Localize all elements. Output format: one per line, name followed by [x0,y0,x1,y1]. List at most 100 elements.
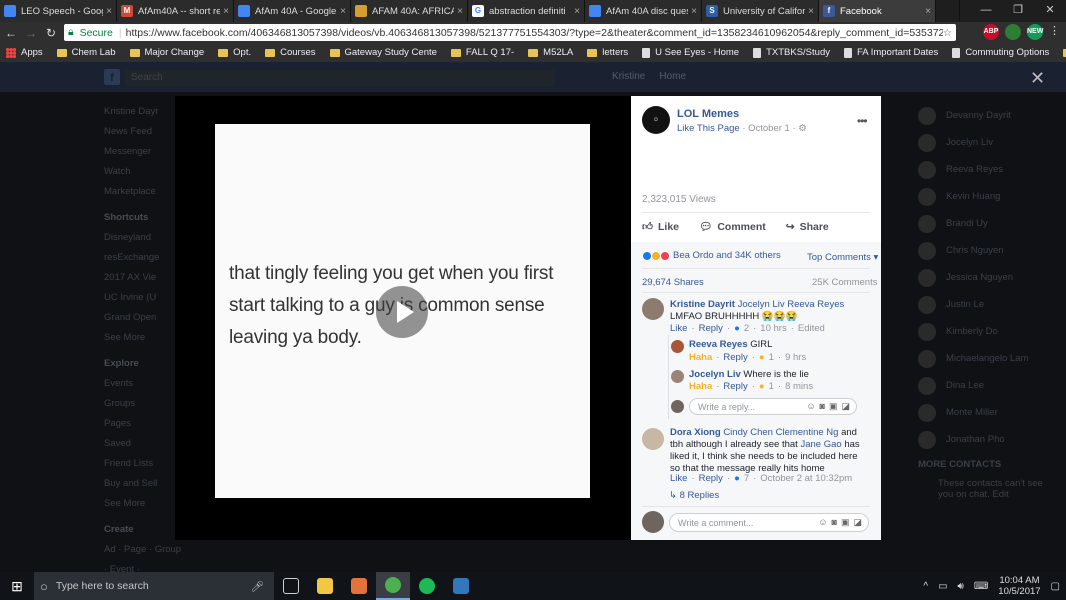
tab-close-icon[interactable]: × [925,6,931,17]
browser-tab[interactable]: Gabstraction definiti × [468,0,585,22]
tab-close-icon[interactable]: × [223,6,229,17]
post-date[interactable]: October 1 [748,123,790,134]
keyboard-icon[interactable]: ⌨ [974,581,988,592]
browser-tab[interactable]: M AfAm40A -- short re × [117,0,234,22]
tab-close-icon[interactable]: × [457,6,463,17]
tab-close-icon[interactable]: × [106,6,112,17]
file-explorer-icon[interactable] [308,572,342,600]
reload-icon[interactable]: ↻ [42,26,60,40]
comment-author[interactable]: Kristine Dayrit [670,299,735,310]
avatar[interactable] [671,370,684,383]
like-page-link[interactable]: Like This Page [677,123,740,134]
like-button[interactable]: 👍︎ Like [642,220,679,234]
sidebar-item[interactable]: See More [104,494,184,514]
sidebar-item[interactable]: 2017 AX Vie [104,268,184,288]
haha-reaction-link[interactable]: Haha [689,352,712,363]
address-bar[interactable]: 🔒︎ Secure | https://www.facebook.com/406… [64,24,956,41]
bookmark-item[interactable]: Gateway Study Cente [329,47,437,58]
camera-icon[interactable]: ◙ [832,517,837,528]
comment-input[interactable]: Write a comment... ☺ ◙ ▣ ◪ [669,513,869,532]
reply-author[interactable]: Jocelyn Liv [689,369,741,380]
browser-tab[interactable]: AFAM 40A: AFRICAN× [351,0,468,22]
bookmark-item[interactable]: M52LA [528,47,573,58]
emoji-icon[interactable]: ☺ [806,401,815,412]
bookmark-item[interactable]: Courses [265,47,316,58]
sidebar-item[interactable]: Disneyland [104,228,184,248]
view-replies-link[interactable]: ↳ 8 Replies [669,490,719,501]
new-tab-button[interactable] [936,0,960,22]
back-arrow-icon[interactable]: ← [2,26,20,40]
reaction-count[interactable]: 7 [744,473,749,484]
chevron-up-icon[interactable]: ^ [923,581,928,592]
edge-icon[interactable] [444,572,478,600]
share-button[interactable]: ↪ Share [786,220,829,233]
comment-inline-tag[interactable]: Jane Gao [800,439,841,450]
windows-start-icon[interactable]: ⊞ [0,578,34,595]
extension-icon[interactable] [1005,24,1021,40]
taskbar-search[interactable]: ○ Type here to search 🎤︎ [34,572,274,600]
sidebar-item[interactable]: UC Irvine (U [104,288,184,308]
contact-item[interactable]: Brandi Uy [918,210,1058,237]
comment-button[interactable]: 💬︎ Comment [699,220,766,234]
sticker-icon[interactable]: ◪ [853,517,862,528]
sidebar-item[interactable]: Groups [104,394,184,414]
comment-tags[interactable]: Cindy Chen Clementine Ng [723,427,838,438]
post-options-icon[interactable]: ••• [857,114,868,128]
reply-input[interactable]: Write a reply... ☺ ◙ ▣ ◪ [689,398,857,415]
extension-icon[interactable]: ABP [983,24,999,40]
notifications-icon[interactable]: ▢ [1051,581,1060,592]
gif-icon[interactable]: ▣ [841,517,850,528]
contact-item[interactable]: Reeva Reyes [918,156,1058,183]
tab-close-icon[interactable]: × [808,6,814,17]
close-theater-icon[interactable]: ✕ [1030,68,1045,89]
browser-tab[interactable]: S University of Califor × [702,0,819,22]
avatar[interactable] [671,340,684,353]
comment-tags[interactable]: Jocelyn Liv Reeva Reyes [738,299,845,310]
forward-arrow-icon[interactable]: → [22,26,40,40]
taskbar-clock[interactable]: 10:04 AM 10/5/2017 [998,575,1040,597]
sidebar-create-links[interactable]: Ad · Page · Group · Event · Fundraiser [104,540,184,572]
play-button[interactable] [376,286,428,338]
contact-item[interactable]: Kimberly Do [918,318,1058,345]
profile-link[interactable]: Kristine [612,71,645,82]
reply-link[interactable]: Reply [723,352,747,363]
avatar[interactable] [642,298,664,320]
sidebar-item[interactable]: Marketplace [104,182,184,202]
menu-icon[interactable]: ⋮ [1049,24,1060,40]
facebook-search-input[interactable]: Search [125,70,555,86]
contact-item[interactable]: Chris Nguyen [918,237,1058,264]
comment-like-link[interactable]: Like [670,323,687,334]
battery-icon[interactable]: ▭ [938,581,947,592]
reply-time[interactable]: 8 mins [785,381,813,392]
reply-link[interactable]: Reply [723,381,747,392]
home-link[interactable]: Home [659,71,686,82]
bookmark-item[interactable]: Chem Lab [56,47,116,58]
reaction-count[interactable]: 1 [769,381,774,392]
sidebar-item[interactable]: News Feed [104,122,184,142]
bookmark-item[interactable]: Commuting Options [952,47,1049,58]
sidebar-item[interactable]: Friend Lists [104,454,184,474]
comment-reply-link[interactable]: Reply [699,473,723,484]
bookmark-item[interactable]: Opt. [218,47,251,58]
contact-item[interactable]: Michaelangelo Lam [918,345,1058,372]
sidebar-item[interactable]: Watch [104,162,184,182]
sidebar-item[interactable]: Messenger [104,142,184,162]
reaction-summary[interactable]: Bea Ordo and 34K others [642,250,781,261]
bookmark-star-icon[interactable]: ☆ [943,27,952,39]
bookmark-item[interactable]: letters [587,47,628,58]
comment-reply-link[interactable]: Reply [699,323,723,334]
volume-icon[interactable]: 🔊︎ [958,581,964,592]
gif-icon[interactable]: ▣ [829,401,838,412]
bookmark-item[interactable]: Major Change [129,47,204,58]
contact-item[interactable]: Justin Le [918,291,1058,318]
sidebar-item[interactable]: Saved [104,434,184,454]
minimize-button[interactable]: — [970,0,1002,22]
contact-item[interactable]: Kevin Huang [918,183,1058,210]
shares-count[interactable]: 29,674 Shares [642,277,704,288]
paint-icon[interactable] [342,572,376,600]
video-frame[interactable]: that tingly feeling you get when you fir… [215,124,590,498]
reaction-count[interactable]: 1 [769,352,774,363]
sidebar-item[interactable]: resExchange [104,248,184,268]
sidebar-item[interactable]: Pages [104,414,184,434]
close-window-button[interactable]: ✕ [1034,0,1066,22]
